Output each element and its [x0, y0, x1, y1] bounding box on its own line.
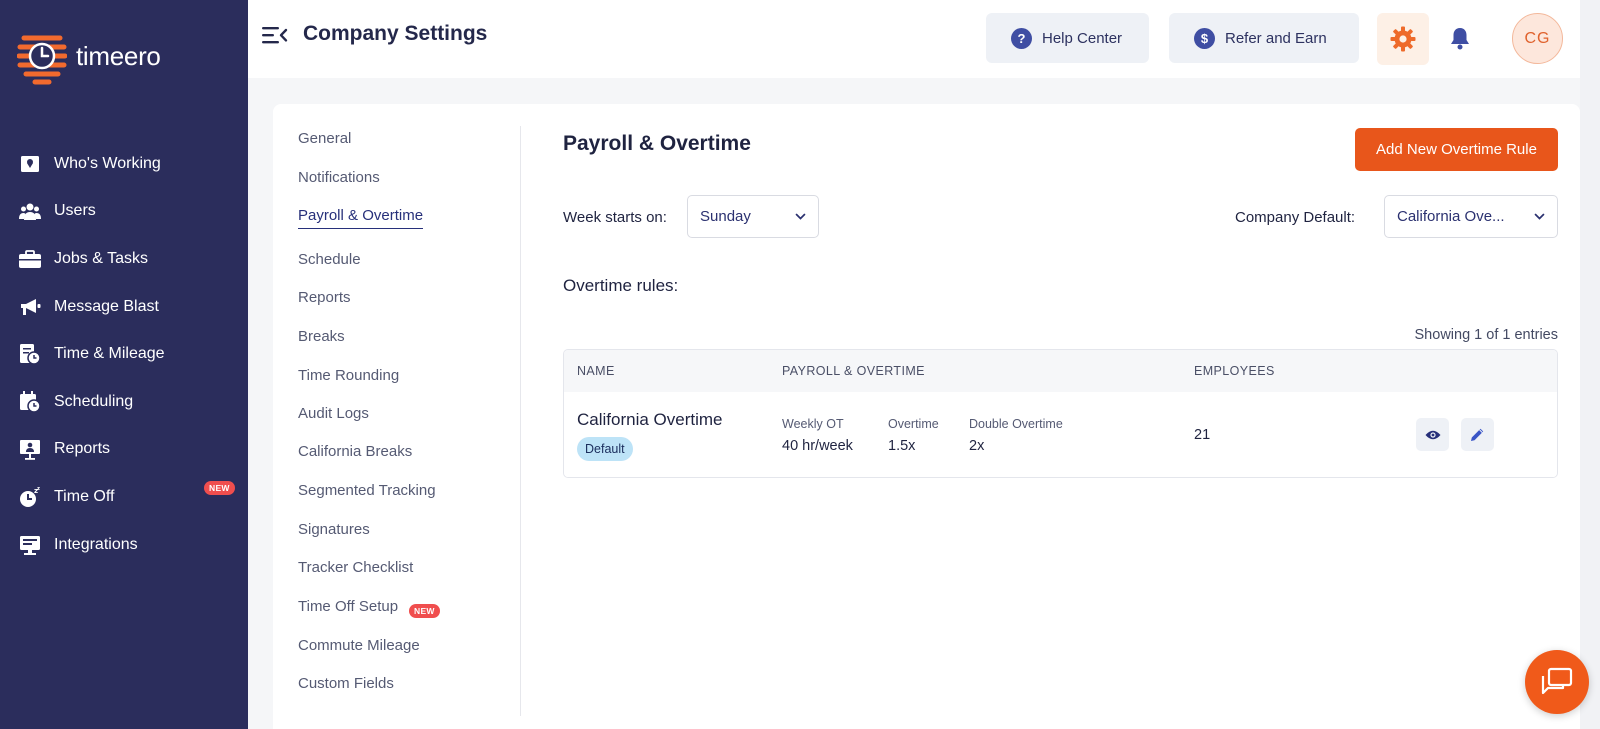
sidebar-item-whos-working[interactable]: Who's Working [0, 140, 248, 188]
subnav-item-commute-mileage[interactable]: Commute Mileage [298, 637, 420, 654]
subnav-item-signatures[interactable]: Signatures [298, 521, 370, 538]
default-badge: Default [577, 437, 633, 461]
brand-name: timeero [76, 40, 161, 71]
subnav-item-time-off-setup[interactable]: Time Off Setup [298, 598, 398, 615]
pencil-icon [1471, 428, 1484, 441]
presentation-icon [19, 438, 41, 461]
user-avatar[interactable]: CG [1512, 13, 1563, 64]
subnav-divider [520, 126, 521, 716]
company-default-label: Company Default: [1235, 209, 1356, 226]
edit-rule-button[interactable] [1461, 418, 1494, 451]
sidebar-item-label: Time & Mileage [54, 345, 165, 363]
new-badge: NEW [204, 481, 235, 496]
briefcase-icon [19, 248, 41, 270]
double-overtime-value: 2x [969, 438, 985, 454]
megaphone-icon [19, 296, 41, 318]
sidebar-item-message-blast[interactable]: Message Blast [0, 283, 248, 331]
column-header-name: NAME [577, 364, 615, 378]
subnav-item-schedule[interactable]: Schedule [298, 251, 361, 268]
sidebar-item-label: Users [54, 202, 96, 220]
page-title: Company Settings [303, 22, 488, 45]
top-header: Company Settings ? Help Center $ Refer a… [248, 0, 1600, 78]
add-overtime-rule-button[interactable]: Add New Overtime Rule [1355, 128, 1558, 171]
svg-text:z: z [37, 486, 40, 492]
double-overtime-label: Double Overtime [969, 417, 1063, 431]
chat-icon [1541, 667, 1573, 695]
page-scrollbar[interactable] [1580, 0, 1600, 729]
subnav-item-notifications[interactable]: Notifications [298, 169, 380, 186]
sidebar-item-users[interactable]: Users [0, 188, 248, 236]
sidebar: timeero Who's Working Users Jobs & Tasks… [0, 0, 248, 729]
settings-card: General Notifications Payroll & Overtime… [273, 104, 1580, 729]
sidebar-item-reports[interactable]: Reports [0, 426, 248, 474]
sidebar-item-label: Reports [54, 440, 111, 458]
column-header-employees: EMPLOYEES [1194, 364, 1275, 378]
week-starts-value: Sunday [700, 208, 751, 225]
company-default-select[interactable]: California Ove... [1384, 195, 1558, 238]
chat-support-button[interactable] [1525, 650, 1589, 714]
help-center-label: Help Center [1042, 29, 1123, 47]
subnav-item-payroll-overtime[interactable]: Payroll & Overtime [298, 207, 424, 229]
week-starts-select[interactable]: Sunday [687, 195, 819, 238]
overtime-rate-label: Overtime [888, 417, 939, 431]
sidebar-item-time-mileage[interactable]: Time & Mileage [0, 330, 248, 378]
subnav-item-reports[interactable]: Reports [298, 289, 351, 306]
settings-button[interactable] [1377, 13, 1429, 65]
sidebar-item-scheduling[interactable]: Scheduling [0, 378, 248, 426]
menu-collapse-icon[interactable] [262, 24, 288, 46]
sidebar-item-label: Integrations [54, 535, 138, 553]
week-starts-label: Week starts on: [563, 209, 667, 226]
question-icon: ? [1011, 27, 1032, 49]
entries-count: Showing 1 of 1 entries [1414, 327, 1558, 343]
subnav-item-segmented-tracking[interactable]: Segmented Tracking [298, 482, 436, 499]
employees-count: 21 [1194, 427, 1211, 443]
sidebar-item-label: Who's Working [54, 154, 161, 172]
weekly-ot-value: 40 hr/week [782, 438, 853, 454]
sidebar-item-label: Message Blast [54, 297, 159, 315]
rule-name: California Overtime [577, 410, 723, 429]
new-badge: NEW [409, 604, 440, 618]
refer-earn-label: Refer and Earn [1225, 29, 1327, 47]
timeero-logo-icon [17, 35, 67, 85]
chevron-down-icon [795, 213, 806, 220]
table-row[interactable]: California Overtime Default Weekly OT 40… [564, 392, 1557, 477]
sidebar-item-label: Scheduling [54, 392, 134, 410]
sidebar-item-time-off[interactable]: zz Time Off NEW [0, 473, 248, 521]
users-icon [19, 200, 41, 222]
sidebar-item-label: Jobs & Tasks [54, 249, 148, 267]
subnav-item-breaks[interactable]: Breaks [298, 328, 345, 345]
overtime-rules-table: NAME PAYROLL & OVERTIME EMPLOYEES Califo… [563, 349, 1558, 478]
brand-logo[interactable]: timeero [17, 28, 161, 86]
map-pin-icon [19, 153, 41, 175]
weekly-ot-label: Weekly OT [782, 417, 844, 431]
time-off-icon: zz [19, 486, 41, 508]
bell-icon[interactable] [1449, 26, 1471, 50]
view-rule-button[interactable] [1416, 418, 1449, 451]
subnav-item-audit-logs[interactable]: Audit Logs [298, 405, 369, 422]
subnav-item-custom-fields[interactable]: Custom Fields [298, 675, 394, 692]
sidebar-item-jobs-tasks[interactable]: Jobs & Tasks [0, 235, 248, 283]
overtime-rules-label: Overtime rules: [563, 276, 679, 295]
sidebar-nav: Who's Working Users Jobs & Tasks Message… [0, 140, 248, 568]
subnav-item-tracker-checklist[interactable]: Tracker Checklist [298, 559, 413, 576]
chevron-down-icon [1534, 213, 1545, 220]
overtime-rate-value: 1.5x [888, 438, 916, 454]
column-header-payroll-overtime: PAYROLL & OVERTIME [782, 364, 925, 378]
refer-earn-button[interactable]: $ Refer and Earn [1169, 13, 1359, 63]
subnav-item-california-breaks[interactable]: California Breaks [298, 443, 412, 460]
monitor-icon [19, 534, 41, 556]
gear-icon [1390, 26, 1416, 52]
sidebar-item-integrations[interactable]: Integrations [0, 521, 248, 569]
subnav-item-time-rounding[interactable]: Time Rounding [298, 367, 399, 384]
company-default-value: California Ove... [1397, 208, 1505, 225]
calendar-clock-icon [19, 390, 41, 413]
subnav-item-general[interactable]: General [298, 130, 351, 147]
clock-document-icon [19, 343, 41, 365]
help-center-button[interactable]: ? Help Center [986, 13, 1149, 63]
dollar-icon: $ [1194, 27, 1215, 49]
table-header: NAME PAYROLL & OVERTIME EMPLOYEES [564, 350, 1557, 392]
eye-icon [1425, 430, 1440, 439]
section-title: Payroll & Overtime [563, 132, 751, 155]
sidebar-item-label: Time Off [54, 487, 115, 505]
